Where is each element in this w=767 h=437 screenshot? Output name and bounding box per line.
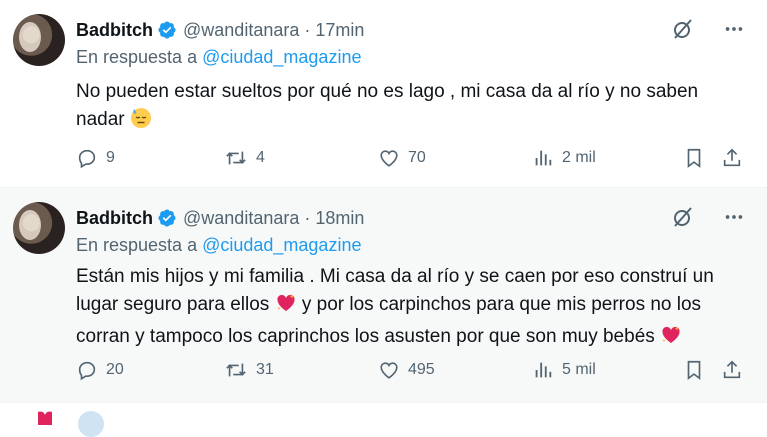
heart-with-sparkles-emoji bbox=[275, 292, 297, 323]
share-icon bbox=[721, 147, 743, 169]
avatar[interactable] bbox=[13, 14, 65, 66]
tweet-actions: 9 4 70 2 mil bbox=[76, 146, 746, 170]
tweet-text-content: No pueden estar sueltos por qué no es la… bbox=[76, 81, 699, 130]
reply-context: En respuesta a @ciudad_magazine bbox=[76, 47, 361, 68]
tweet-text: No pueden estar sueltos por qué no es la… bbox=[76, 78, 726, 138]
reply-icon bbox=[76, 359, 98, 381]
like-icon bbox=[378, 359, 400, 381]
reply-prefix: En respuesta a bbox=[76, 235, 203, 255]
retweet-button[interactable]: 31 bbox=[224, 359, 274, 381]
reply-button[interactable]: 20 bbox=[76, 359, 124, 381]
tweet-text: Están mis hijos y mi familia . Mi casa d… bbox=[76, 263, 726, 355]
views-count: 5 mil bbox=[562, 361, 596, 378]
reply-mention-link[interactable]: @ciudad_magazine bbox=[202, 47, 361, 67]
separator-dot: · bbox=[304, 207, 311, 228]
reply-button[interactable]: 9 bbox=[76, 147, 115, 169]
like-count: 70 bbox=[408, 149, 426, 166]
retweet-count: 4 bbox=[256, 149, 265, 166]
more-icon[interactable] bbox=[723, 18, 745, 45]
retweet-count: 31 bbox=[256, 361, 274, 378]
like-count: 495 bbox=[408, 361, 435, 378]
retweet-icon bbox=[224, 147, 248, 169]
tweet-actions: 20 31 495 5 mil bbox=[76, 358, 746, 382]
tweet-header: Badbitch @wanditanara · 17min bbox=[76, 18, 364, 42]
avatar[interactable] bbox=[13, 202, 65, 254]
bookmark-icon bbox=[683, 147, 705, 169]
tweet[interactable]: Badbitch @wanditanara · 17min En respues… bbox=[0, 0, 767, 188]
verified-badge-icon bbox=[157, 20, 177, 40]
reply-context: En respuesta a @ciudad_magazine bbox=[76, 235, 361, 256]
retweet-button[interactable]: 4 bbox=[224, 147, 265, 169]
grok-icon[interactable] bbox=[671, 17, 695, 46]
reply-mention-link[interactable]: @ciudad_magazine bbox=[202, 235, 361, 255]
more-icon[interactable] bbox=[723, 206, 745, 233]
next-tweet-peek bbox=[0, 403, 767, 420]
verified-badge-icon bbox=[157, 208, 177, 228]
views-button[interactable]: 2 mil bbox=[532, 147, 596, 169]
bookmark-button[interactable] bbox=[683, 359, 705, 381]
share-icon bbox=[721, 359, 743, 381]
share-button[interactable] bbox=[721, 359, 743, 381]
timestamp[interactable]: 17min bbox=[315, 20, 364, 41]
tweet[interactable]: Badbitch @wanditanara · 18min En respues… bbox=[0, 188, 767, 403]
reply-icon bbox=[76, 147, 98, 169]
author-name[interactable]: Badbitch bbox=[76, 208, 153, 229]
downcast-sweat-face-emoji bbox=[130, 107, 152, 138]
avatar[interactable] bbox=[78, 411, 104, 437]
views-icon bbox=[532, 359, 554, 381]
grok-icon[interactable] bbox=[671, 205, 695, 234]
reply-count: 20 bbox=[106, 361, 124, 378]
share-button[interactable] bbox=[721, 147, 743, 169]
tweet-top-actions bbox=[671, 205, 745, 234]
heart-with-sparkles-emoji bbox=[660, 324, 682, 355]
author-handle[interactable]: @wanditanara bbox=[183, 20, 299, 41]
separator-dot: · bbox=[304, 19, 311, 40]
views-count: 2 mil bbox=[562, 149, 596, 166]
views-icon bbox=[532, 147, 554, 169]
like-button[interactable]: 70 bbox=[378, 147, 426, 169]
timestamp[interactable]: 18min bbox=[315, 208, 364, 229]
author-handle[interactable]: @wanditanara bbox=[183, 208, 299, 229]
views-button[interactable]: 5 mil bbox=[532, 359, 596, 381]
bookmark-button[interactable] bbox=[683, 147, 705, 169]
tweet-top-actions bbox=[671, 17, 745, 46]
heart-icon bbox=[32, 411, 58, 430]
reply-prefix: En respuesta a bbox=[76, 47, 203, 67]
bookmark-icon bbox=[683, 359, 705, 381]
like-icon bbox=[378, 147, 400, 169]
reply-count: 9 bbox=[106, 149, 115, 166]
author-name[interactable]: Badbitch bbox=[76, 20, 153, 41]
retweet-icon bbox=[224, 359, 248, 381]
tweet-header: Badbitch @wanditanara · 18min bbox=[76, 206, 364, 230]
like-button[interactable]: 495 bbox=[378, 359, 435, 381]
